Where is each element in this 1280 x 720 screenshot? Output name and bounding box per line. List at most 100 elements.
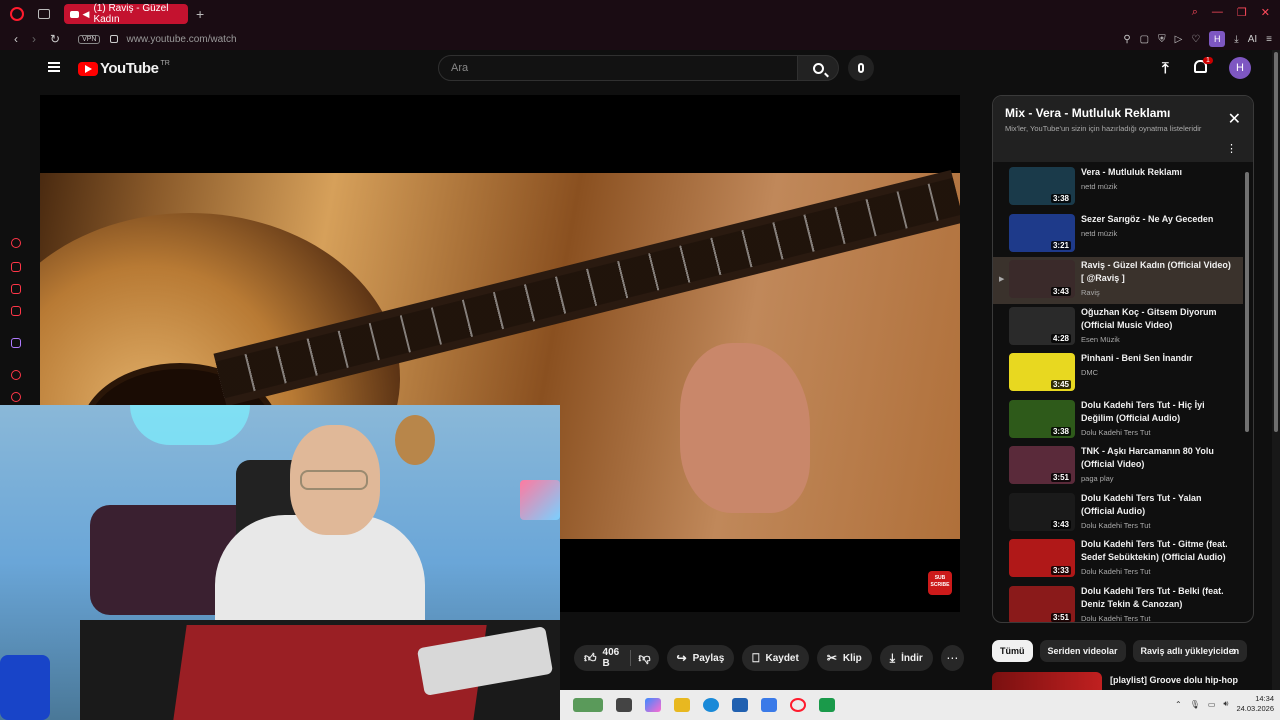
channel-name[interactable]: Raviş (1081, 288, 1231, 297)
page-scrollbar-thumb[interactable] (1274, 52, 1278, 432)
playlist-item[interactable]: 3:38 Vera - Mutluluk Reklamı netd müzik (993, 164, 1243, 211)
upload-icon[interactable]: ⤒ (1162, 60, 1169, 77)
playlist-item[interactable]: 3:51 Dolu Kadehi Ters Tut - Belki (feat. … (993, 583, 1243, 623)
filter-chip[interactable]: Raviş adlı yükleyiciden (1132, 640, 1248, 662)
search-button[interactable] (797, 55, 839, 81)
shield-icon[interactable]: ⛨ (1158, 34, 1166, 45)
recommended-video[interactable]: [playlist] Groove dolu hip-hop (992, 672, 1254, 702)
channel-name[interactable]: Dolu Kadehi Ters Tut (1081, 567, 1231, 576)
search-tabs-icon[interactable]: ⌕ (1192, 6, 1198, 19)
video-title[interactable]: Dolu Kadehi Ters Tut - Yalan (Official A… (1081, 492, 1231, 518)
channel-name[interactable]: Dolu Kadehi Ters Tut (1081, 614, 1231, 623)
channel-name[interactable]: Esen Müzik (1081, 335, 1231, 344)
history-icon[interactable] (11, 392, 21, 402)
filter-chip[interactable]: Seriden videolar (1039, 640, 1126, 662)
edge-icon[interactable] (703, 698, 719, 712)
dislike-icon[interactable]: 👎︎ (638, 651, 650, 666)
new-tab-button[interactable]: + (196, 6, 204, 22)
player-icon[interactable]: ▷ (1175, 34, 1183, 45)
heart-icon[interactable]: ♡ (1191, 34, 1200, 45)
youtube-logo[interactable]: YouTube TR (78, 60, 170, 77)
close-icon[interactable]: ✕ (1228, 109, 1241, 129)
video-thumbnail[interactable]: 3:43 (1009, 492, 1075, 531)
playlist-item[interactable]: ▶ 3:43 Raviş - Güzel Kadın (Official Video… (993, 257, 1243, 304)
video-thumbnail[interactable]: 3:45 (1009, 353, 1075, 391)
clip-button[interactable]: ✂ Klip (816, 645, 872, 671)
player-sidebar-icon[interactable] (11, 370, 21, 380)
close-window-button[interactable]: ✕ (1261, 6, 1270, 19)
video-thumbnail[interactable]: 3:38 (1009, 399, 1075, 438)
tab-strip-icon[interactable] (38, 9, 50, 19)
playlist-title[interactable]: Mix - Vera - Mutluluk Reklamı (1005, 106, 1241, 120)
widgets-icon[interactable] (573, 698, 603, 712)
store-icon[interactable] (732, 698, 748, 712)
vk-icon[interactable] (11, 306, 21, 316)
playlist-item[interactable]: 3:21 Sezer Sarıgöz - Ne Ay Geceden netd mü… (993, 211, 1243, 258)
video-title[interactable]: Raviş - Güzel Kadın (Official Video) [ @… (1081, 259, 1231, 285)
video-thumbnail[interactable]: 3:21 (1009, 213, 1075, 252)
video-thumbnail[interactable]: 3:43 (1009, 260, 1075, 298)
video-thumbnail[interactable]: 3:38 (1009, 167, 1075, 205)
chevron-up-icon[interactable]: ⌃ (1175, 700, 1182, 709)
more-actions-button[interactable]: ⋯ (940, 645, 964, 671)
playlist-item[interactable]: 3:43 Dolu Kadehi Ters Tut - Yalan (Offici… (993, 490, 1243, 537)
playlist-item[interactable]: 4:28 Oğuzhan Koç - Gitsem Diyorum (Offici… (993, 304, 1243, 351)
snapshot-icon[interactable]: ▢ (1140, 34, 1149, 45)
video-title[interactable]: Oğuzhan Koç - Gitsem Diyorum (Official M… (1081, 306, 1231, 332)
playlist-item[interactable]: 3:38 Dolu Kadehi Ters Tut - Hiç İyi Değil… (993, 397, 1243, 444)
volume-icon[interactable]: 🔊︎ (1223, 699, 1228, 709)
outlook-icon[interactable] (761, 698, 777, 712)
aria-icon[interactable] (11, 238, 21, 248)
task-view-icon[interactable] (616, 698, 632, 712)
playlist-item[interactable]: 3:45 Pinhani - Beni Sen İnandır DMC (993, 350, 1243, 397)
video-title[interactable]: Vera - Mutluluk Reklamı (1081, 166, 1231, 179)
browser-tab[interactable]: ◀ (1) Raviş - Güzel Kadın (64, 3, 188, 25)
video-title[interactable]: Pinhani - Beni Sen İnandır (1081, 352, 1231, 365)
profile-badge[interactable]: H (1209, 31, 1226, 47)
app-taskbar-icon[interactable] (819, 698, 835, 712)
chat-icon[interactable] (11, 284, 21, 294)
save-button[interactable]: ⎕ Kaydet (742, 645, 809, 671)
copilot-icon[interactable] (645, 698, 661, 712)
video-thumbnail[interactable]: 3:51 (1009, 585, 1075, 622)
playlist-item[interactable]: 3:51 TNK - Aşkı Harcamanın 80 Yolu (Offic… (993, 443, 1243, 490)
opera-logo-icon[interactable] (10, 7, 24, 21)
voice-search-button[interactable] (848, 55, 874, 81)
hamburger-menu-icon[interactable] (48, 62, 60, 72)
file-explorer-icon[interactable] (674, 698, 690, 712)
filter-chip[interactable]: Tümü (992, 640, 1033, 662)
opera-taskbar-icon[interactable] (790, 698, 806, 712)
video-title[interactable]: Sezer Sarıgöz - Ne Ay Geceden (1081, 213, 1231, 226)
share-button[interactable]: ↪ Paylaş (666, 645, 735, 671)
avatar[interactable]: H (1229, 57, 1251, 79)
playlist-scrollbar[interactable] (1245, 172, 1249, 432)
like-icon[interactable]: 👍︎ (584, 651, 597, 666)
subscribe-watermark[interactable]: SUB SCRIBE (928, 571, 952, 595)
search-input[interactable]: Ara (438, 55, 798, 81)
messenger-icon[interactable] (11, 262, 21, 272)
playlist-item[interactable]: 3:33 Dolu Kadehi Ters Tut - Gitme (feat. … (993, 536, 1243, 583)
channel-name[interactable]: Dolu Kadehi Ters Tut (1081, 521, 1231, 530)
channel-name[interactable]: paga play (1081, 474, 1231, 483)
speaker-icon[interactable]: ◀ (83, 9, 90, 20)
back-icon[interactable]: ‹ (14, 32, 18, 46)
maximize-button[interactable]: ❐ (1237, 6, 1247, 19)
clock[interactable]: 14:34 24.03.2026 (1236, 694, 1274, 714)
url-field[interactable]: www.youtube.com/watch (126, 34, 236, 45)
ai-button[interactable]: AI (1248, 34, 1257, 45)
reload-icon[interactable]: ↻ (50, 32, 60, 46)
like-count[interactable]: 406 B (603, 647, 622, 669)
download-icon[interactable]: ⤓ (1234, 34, 1238, 45)
display-icon[interactable]: ▭ (1208, 700, 1216, 709)
vpn-badge[interactable]: VPN (78, 34, 101, 44)
easy-setup-icon[interactable]: ≡ (1266, 34, 1272, 45)
video-thumbnail[interactable]: 4:28 (1009, 306, 1075, 345)
video-title[interactable]: Dolu Kadehi Ters Tut - Hiç İyi Değilim (… (1081, 399, 1231, 425)
lock-icon[interactable] (110, 35, 119, 43)
channel-name[interactable]: netd müzik (1081, 229, 1231, 238)
download-button[interactable]: ⤓ İndir (879, 645, 933, 671)
channel-name[interactable]: Dolu Kadehi Ters Tut (1081, 428, 1231, 437)
video-title[interactable]: Dolu Kadehi Ters Tut - Gitme (feat. Sede… (1081, 538, 1231, 564)
forward-icon[interactable]: › (32, 32, 36, 46)
video-title[interactable]: Dolu Kadehi Ters Tut - Belki (feat. Deni… (1081, 585, 1231, 611)
